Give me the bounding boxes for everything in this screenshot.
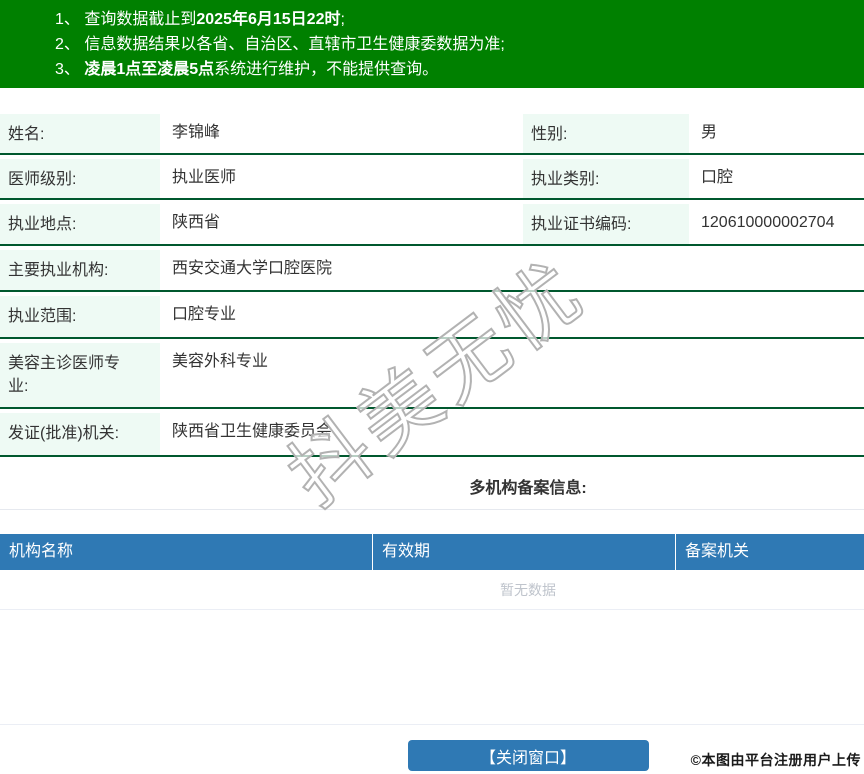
table-row-cosmetic-specialty: 美容主诊医师专业: 美容外科专业 xyxy=(0,339,864,409)
table-row-location-cert: 执业地点: 陕西省 执业证书编码: 120610000002704 xyxy=(0,200,864,246)
certificate-number-value: 120610000002704 xyxy=(701,214,835,231)
notice-banner: 1、 查询数据截止到2025年6月15日22时; 2、 信息数据结果以各省、自治… xyxy=(0,0,864,88)
cosmetic-specialty-value: 美容外科专业 xyxy=(172,353,269,370)
empty-table-body xyxy=(0,610,864,725)
gender-label: 性别: xyxy=(523,114,689,153)
name-label: 姓名: xyxy=(0,114,160,153)
notice-text-bold: 2025年6月15日22时 xyxy=(196,11,341,28)
column-header-validity: 有效期 xyxy=(373,534,676,570)
practice-category-label: 执业类别: xyxy=(523,159,689,198)
notice-number: 3、 xyxy=(55,61,80,78)
table-row-main-org: 主要执业机构: 西安交通大学口腔医院 xyxy=(0,246,864,292)
empty-data-text: 暂无数据 xyxy=(0,570,864,610)
practice-scope-label: 执业范围: xyxy=(0,296,160,337)
notice-text: 查询数据截止到 xyxy=(84,11,197,28)
name-value: 李锦峰 xyxy=(172,124,221,141)
notice-line-1: 1、 查询数据截止到2025年6月15日22时; xyxy=(55,7,864,32)
practice-location-label: 执业地点: xyxy=(0,204,160,244)
license-query-result-page: 1、 查询数据截止到2025年6月15日22时; 2、 信息数据结果以各省、自治… xyxy=(0,0,864,774)
main-org-value: 西安交通大学口腔医院 xyxy=(172,260,333,277)
notice-text-bold: 凌晨1点至凌晨5点 xyxy=(84,61,215,78)
notice-text: 信息数据结果以各省、自治区、直辖市卫生健康委数据为准; xyxy=(84,36,505,53)
column-header-org-name: 机构名称 xyxy=(0,534,373,570)
notice-number: 1、 xyxy=(55,11,80,28)
practice-category-value: 口腔 xyxy=(701,169,734,186)
cosmetic-specialty-label: 美容主诊医师专业: xyxy=(0,343,160,407)
notice-text: 系统进行维护，不能提供查询。 xyxy=(214,61,439,78)
close-window-button[interactable]: 【关闭窗口】 xyxy=(407,740,649,771)
issuing-authority-label: 发证(批准)机关: xyxy=(0,413,160,455)
practitioner-info-table: 姓名: 李锦峰 性别: 男 医师级别: 执业医师 执业类别: 口腔 执业地点: … xyxy=(0,110,864,457)
copyright-watermark: ©本图由平台注册用户上传 xyxy=(690,752,861,768)
practice-scope-value: 口腔专业 xyxy=(172,306,237,323)
doctor-level-label: 医师级别: xyxy=(0,159,160,198)
notice-line-2: 2、 信息数据结果以各省、自治区、直辖市卫生健康委数据为准; xyxy=(55,32,864,57)
notice-number: 2、 xyxy=(55,36,80,53)
multi-org-section-title: 多机构备案信息: xyxy=(0,457,864,510)
notice-line-3: 3、 凌晨1点至凌晨5点系统进行维护，不能提供查询。 xyxy=(55,57,864,82)
table-row-scope: 执业范围: 口腔专业 xyxy=(0,292,864,339)
multi-org-table-header: 机构名称 有效期 备案机关 xyxy=(0,534,864,570)
notice-text: ; xyxy=(340,11,345,28)
column-header-record-authority: 备案机关 xyxy=(685,543,750,560)
certificate-number-label: 执业证书编码: xyxy=(523,204,689,244)
gender-value: 男 xyxy=(701,124,718,141)
page-content: 1、 查询数据截止到2025年6月15日22时; 2、 信息数据结果以各省、自治… xyxy=(0,0,864,771)
table-row-issuer: 发证(批准)机关: 陕西省卫生健康委员会 xyxy=(0,409,864,457)
main-org-label: 主要执业机构: xyxy=(0,250,160,290)
issuing-authority-value: 陕西省卫生健康委员会 xyxy=(172,423,333,440)
table-row-name-gender: 姓名: 李锦峰 性别: 男 xyxy=(0,110,864,155)
doctor-level-value: 执业医师 xyxy=(172,169,237,186)
practice-location-value: 陕西省 xyxy=(172,214,221,231)
table-row-level-category: 医师级别: 执业医师 执业类别: 口腔 xyxy=(0,155,864,200)
